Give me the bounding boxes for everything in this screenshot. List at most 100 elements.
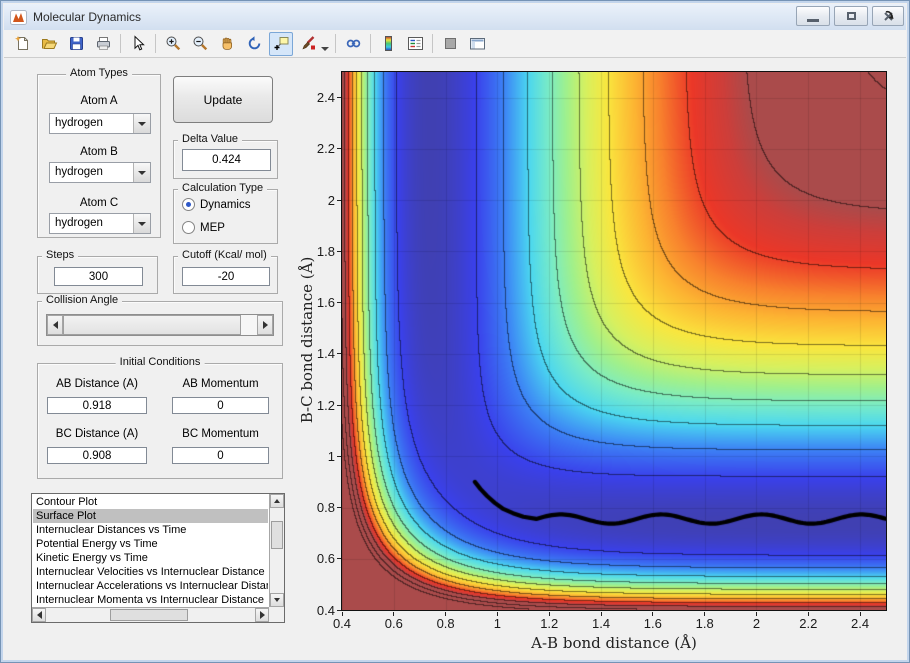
y-tick-mark [337, 148, 341, 150]
rotate-3d-button[interactable] [242, 32, 266, 56]
delta-value-field[interactable]: 0.424 [182, 149, 271, 171]
atom-c-dropdown[interactable]: hydrogen [49, 213, 151, 234]
list-item[interactable]: Internuclear Velocities vs Internuclear … [33, 565, 268, 579]
list-item[interactable]: Kinetic Energy vs Time [33, 551, 268, 565]
list-item[interactable]: Contour Plot [33, 495, 268, 509]
open-folder-icon [41, 39, 57, 49]
edit-plot-button[interactable] [126, 32, 150, 56]
bc-distance-label: BC Distance (A) [55, 428, 139, 440]
show-plot-tools-button[interactable] [465, 32, 489, 56]
zoom-out-icon [193, 36, 207, 51]
slider-right-arrow[interactable] [257, 315, 273, 335]
print-figure-button[interactable] [91, 32, 115, 56]
scroll-left-button[interactable] [32, 608, 46, 622]
zoom-out-button[interactable] [188, 32, 212, 56]
chevron-down-icon [138, 221, 146, 226]
collision-angle-panel: Collision Angle [37, 294, 283, 346]
title-bar[interactable]: Molecular Dynamics [4, 4, 906, 30]
horizontal-scroll-thumb[interactable] [110, 609, 188, 621]
x-tick-label: 0.8 [436, 616, 455, 631]
zoom-in-button[interactable] [161, 32, 185, 56]
dropdown-button[interactable] [133, 214, 150, 233]
slider-left-arrow[interactable] [47, 315, 63, 335]
scroll-down-button[interactable] [270, 593, 284, 607]
hide-plot-tools-icon [444, 38, 456, 49]
atom-b-label: Atom B [80, 146, 118, 158]
y-tick-mark [337, 609, 341, 611]
arrow-down-icon [274, 598, 280, 602]
steps-field[interactable]: 300 [54, 267, 143, 286]
y-tick-label: 2.4 [316, 90, 335, 106]
collision-angle-slider[interactable] [46, 314, 274, 336]
y-tick-mark [337, 250, 341, 252]
list-item[interactable]: Surface Plot [33, 509, 268, 523]
vertical-scroll-thumb[interactable] [271, 521, 283, 549]
data-cursor-button[interactable] [269, 31, 293, 56]
save-figure-button[interactable] [64, 32, 88, 56]
dropdown-button[interactable] [133, 114, 150, 133]
mep-radio[interactable] [182, 221, 195, 234]
dropdown-button[interactable] [133, 163, 150, 182]
bc-momentum-field[interactable]: 0 [172, 447, 269, 464]
y-tick-label: 0.8 [316, 500, 335, 516]
pan-button[interactable] [215, 32, 239, 56]
cutoff-field[interactable]: -20 [182, 267, 270, 286]
atom-a-dropdown[interactable]: hydrogen [49, 113, 151, 134]
dynamics-radio-row[interactable]: Dynamics [182, 198, 250, 211]
restore-icon [846, 12, 856, 20]
minimize-button[interactable] [796, 6, 830, 26]
mep-radio-row[interactable]: MEP [182, 221, 225, 234]
link-plot-button[interactable] [341, 32, 365, 56]
cutoff-title: Cutoff (Kcal/ mol) [178, 249, 271, 261]
x-tick-label: 1.8 [695, 616, 714, 631]
link-icon [346, 39, 360, 48]
arrow-right-icon [259, 611, 265, 619]
brush-data-button[interactable] [296, 32, 320, 56]
vertical-scrollbar[interactable] [269, 494, 284, 607]
listbox-items: Contour Plot Surface Plot Internuclear Dis… [33, 495, 268, 606]
restore-button[interactable] [834, 6, 868, 26]
potential-energy-surface-plot[interactable] [341, 71, 887, 611]
legend-icon [407, 37, 423, 50]
list-item[interactable]: Potential Energy vs Time [33, 537, 268, 551]
bc-distance-field[interactable]: 0.908 [47, 447, 147, 464]
x-tick-label: 1.2 [540, 616, 559, 631]
scroll-up-button[interactable] [270, 494, 284, 508]
horizontal-scrollbar[interactable] [32, 607, 269, 622]
y-tick-label: 0.6 [316, 551, 335, 567]
insert-colorbar-button[interactable] [376, 32, 400, 56]
hand-icon [222, 37, 232, 50]
delta-value-panel: Delta Value 0.424 [173, 133, 278, 179]
insert-legend-button[interactable] [403, 32, 427, 56]
open-file-button[interactable] [37, 32, 61, 56]
brush-dropdown-caret[interactable] [321, 46, 329, 51]
list-item[interactable]: Internuclear Distances vs Time [33, 523, 268, 537]
dock-figure-icon[interactable] [883, 8, 897, 22]
atom-b-dropdown[interactable]: hydrogen [49, 162, 151, 183]
rotate-3d-icon [248, 36, 260, 50]
x-tick-label: 0.4 [332, 616, 352, 631]
window-title: Molecular Dynamics [33, 10, 142, 24]
list-item[interactable]: Internuclear Momenta vs Internuclear Dis… [33, 593, 268, 606]
ab-momentum-field[interactable]: 0 [172, 397, 269, 414]
list-item[interactable]: Internuclear Accelerations vs Internucle… [33, 579, 268, 593]
ab-distance-field[interactable]: 0.918 [47, 397, 147, 414]
ab-momentum-label: AB Momentum [182, 378, 259, 390]
slider-thumb[interactable] [63, 315, 241, 335]
toolbar-separator [432, 34, 433, 53]
y-tick-label: 1 [327, 448, 335, 464]
hide-plot-tools-button[interactable] [438, 32, 462, 56]
atom-c-value: hydrogen [55, 217, 103, 229]
atom-types-panel: Atom Types Atom A hydrogen Atom B hydrog… [37, 67, 161, 238]
dynamics-radio[interactable] [182, 198, 195, 211]
scrollbar-corner [269, 607, 284, 622]
scroll-right-button[interactable] [255, 608, 269, 622]
update-button[interactable]: Update [173, 76, 273, 123]
y-axis-label: B-C bond distance (Å) [298, 256, 316, 424]
mep-radio-label: MEP [200, 221, 225, 234]
new-file-button[interactable] [10, 32, 34, 56]
x-tick-label: 1 [493, 616, 502, 631]
y-tick-mark [337, 455, 341, 457]
plot-type-listbox[interactable]: Contour Plot Surface Plot Internuclear Dis… [31, 493, 285, 623]
atom-c-label: Atom C [79, 197, 119, 209]
